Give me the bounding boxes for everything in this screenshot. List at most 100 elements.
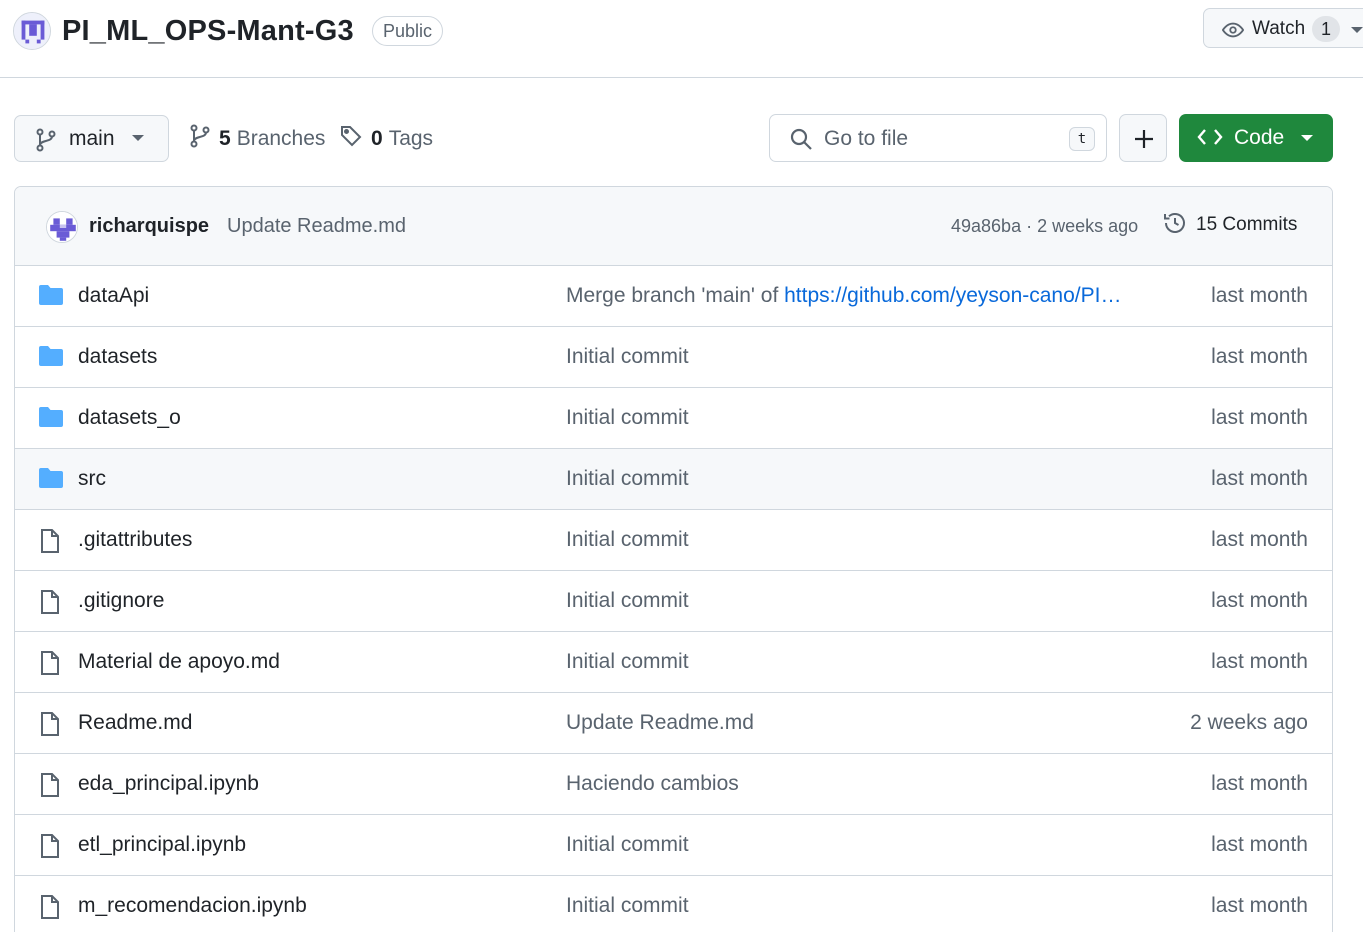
file-name[interactable]: .gitattributes [78, 528, 192, 552]
file-commit-message[interactable]: Initial commit [566, 833, 1126, 857]
file-commit-time: last month [1211, 284, 1308, 307]
tags-link[interactable]: 0 Tags [339, 126, 433, 152]
file-row[interactable]: .gitignore Initial commit last month [15, 571, 1332, 632]
file-row[interactable]: src Initial commit last month [15, 449, 1332, 510]
file-row[interactable]: Material de apoyo.md Initial commit last m… [15, 632, 1332, 693]
add-file-button[interactable] [1119, 114, 1167, 162]
file-icon [38, 772, 62, 803]
file-row[interactable]: eda_principal.ipynb Haciendo cambios last … [15, 754, 1332, 815]
file-icon [38, 589, 62, 620]
chevron-down-icon [1300, 131, 1314, 150]
commits-history-link[interactable]: 15 Commits [1162, 210, 1297, 240]
commit-message-text: Update Readme.md [566, 711, 754, 734]
commit-message-text: Initial commit [566, 589, 689, 612]
history-icon [1162, 210, 1188, 241]
commit-author[interactable]: richarquispe [89, 215, 209, 238]
file-name[interactable]: eda_principal.ipynb [78, 772, 259, 796]
file-name[interactable]: etl_principal.ipynb [78, 833, 246, 857]
visibility-badge: Public [372, 16, 444, 46]
commit-message-text: Initial commit [566, 833, 689, 856]
folder-icon [38, 467, 64, 494]
branch-name: main [69, 127, 115, 150]
code-button[interactable]: Code [1179, 114, 1333, 162]
file-row[interactable]: .gitattributes Initial commit last month [15, 510, 1332, 571]
author-avatar[interactable] [46, 211, 78, 243]
repo-title[interactable]: PI_ML_OPS-Mant-G3 [62, 12, 354, 50]
file-name[interactable]: dataApi [78, 284, 149, 308]
branches-label: Branches [236, 127, 326, 150]
file-row[interactable]: datasets_o Initial commit last month [15, 388, 1332, 449]
commit-message-text: Merge branch 'main' of [566, 284, 785, 307]
file-row[interactable]: Readme.md Update Readme.md 2 weeks ago [15, 693, 1332, 754]
tags-label: Tags [388, 127, 434, 150]
file-commit-time: last month [1211, 528, 1308, 551]
file-browser: richarquispe Update Readme.md 49a86ba · … [14, 186, 1333, 932]
latest-commit-bar: richarquispe Update Readme.md 49a86ba · … [15, 187, 1332, 266]
search-icon [789, 127, 813, 156]
git-branch-icon [189, 124, 211, 154]
file-row[interactable]: m_recomendacion.ipynb Initial commit last … [15, 876, 1332, 932]
repo-owner-avatar[interactable] [13, 12, 51, 50]
commit-message-text: Initial commit [566, 894, 689, 917]
file-commit-time: last month [1211, 894, 1308, 917]
plus-icon [1135, 130, 1153, 148]
eye-icon [1221, 19, 1245, 46]
watch-count: 1 [1312, 16, 1340, 42]
watch-label: Watch [1252, 18, 1306, 39]
file-commit-time: 2 weeks ago [1190, 711, 1308, 734]
file-commit-message[interactable]: Initial commit [566, 467, 1126, 491]
file-commit-message[interactable]: Initial commit [566, 589, 1126, 613]
commit-message-text: Initial commit [566, 528, 689, 551]
chevron-down-icon [1350, 19, 1363, 44]
file-commit-message[interactable]: Initial commit [566, 345, 1126, 369]
file-icon [38, 650, 62, 681]
file-commit-message[interactable]: Initial commit [566, 894, 1126, 918]
branches-count: 5 [219, 127, 231, 150]
chevron-down-icon [131, 131, 145, 150]
commit-message-link[interactable]: https://github.com/yeyson-cano/PI… [784, 284, 1121, 307]
file-row[interactable]: datasets Initial commit last month [15, 327, 1332, 388]
file-name[interactable]: m_recomendacion.ipynb [78, 894, 307, 918]
file-icon [38, 528, 62, 559]
file-name[interactable]: .gitignore [78, 589, 164, 613]
file-icon [38, 711, 62, 742]
file-commit-message[interactable]: Merge branch 'main' of https://github.co… [566, 284, 1126, 308]
code-icon [1197, 126, 1223, 153]
file-icon [38, 833, 62, 864]
file-commit-message[interactable]: Initial commit [566, 650, 1126, 674]
file-name[interactable]: src [78, 467, 106, 491]
commits-count: 15 Commits [1196, 214, 1298, 235]
commit-message-text: Initial commit [566, 406, 689, 429]
file-name[interactable]: datasets_o [78, 406, 181, 430]
branch-selector[interactable]: main [14, 115, 169, 162]
file-commit-message[interactable]: Initial commit [566, 406, 1126, 430]
folder-icon [38, 345, 64, 372]
tag-icon [339, 124, 363, 154]
repo-header: PI_ML_OPS-Mant-G3 Public Watch 1 [0, 0, 1363, 78]
file-name[interactable]: datasets [78, 345, 157, 369]
file-row[interactable]: etl_principal.ipynb Initial commit last mo… [15, 815, 1332, 876]
tags-count: 0 [371, 127, 383, 150]
file-commit-time: last month [1211, 833, 1308, 856]
git-branch-icon [35, 128, 57, 157]
keyboard-shortcut-hint: t [1069, 127, 1095, 151]
file-commit-time: last month [1211, 406, 1308, 429]
code-label: Code [1234, 126, 1285, 149]
file-commit-time: last month [1211, 345, 1308, 368]
folder-icon [38, 284, 64, 311]
file-commit-message[interactable]: Initial commit [566, 528, 1126, 552]
file-commit-message[interactable]: Haciendo cambios [566, 772, 1126, 796]
folder-icon [38, 406, 64, 433]
file-commit-time: last month [1211, 467, 1308, 490]
file-name[interactable]: Readme.md [78, 711, 192, 735]
commit-meta[interactable]: 49a86ba · 2 weeks ago [951, 216, 1138, 237]
file-row[interactable]: dataApi Merge branch 'main' of https://gi… [15, 266, 1332, 327]
branches-link[interactable]: 5 Branches [189, 124, 326, 154]
file-commit-message[interactable]: Update Readme.md [566, 711, 1126, 735]
commit-message[interactable]: Update Readme.md [227, 215, 406, 238]
go-to-file-placeholder: Go to file [824, 127, 909, 150]
go-to-file-input[interactable]: Go to file t [769, 114, 1107, 162]
watch-button[interactable]: Watch 1 [1203, 8, 1363, 48]
commit-message-text: Initial commit [566, 345, 689, 368]
file-name[interactable]: Material de apoyo.md [78, 650, 280, 674]
